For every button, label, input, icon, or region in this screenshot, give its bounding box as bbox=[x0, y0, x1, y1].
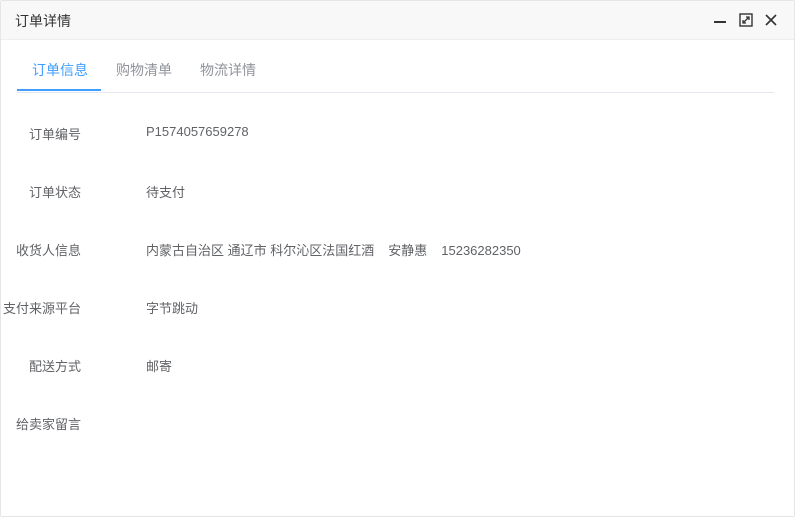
close-icon bbox=[764, 13, 778, 27]
order-number-value: P1574057659278 bbox=[146, 124, 249, 139]
order-status-value: 待支付 bbox=[146, 185, 186, 200]
order-number-row: 订单编号 P1574057659278 bbox=[1, 120, 761, 144]
dialog-title: 订单详情 bbox=[15, 13, 71, 29]
minimize-icon bbox=[713, 13, 727, 27]
order-status-row: 订单状态 待支付 bbox=[1, 178, 761, 202]
seller-message-label: 给卖家留言 bbox=[15, 417, 81, 432]
receiver-address: 内蒙古自治区 通辽市 科尔沁区法国红酒 bbox=[146, 243, 375, 258]
tab-order-info[interactable]: 订单信息 bbox=[32, 41, 88, 91]
maximize-icon bbox=[739, 13, 753, 27]
maximize-button[interactable] bbox=[736, 10, 756, 30]
payment-platform-value: 字节跳动 bbox=[146, 301, 199, 316]
receiver-row: 收货人信息 内蒙古自治区 通辽市 科尔沁区法国红酒 安静惠 15236282350 bbox=[1, 236, 761, 260]
receiver-name: 安静惠 bbox=[388, 243, 428, 258]
seller-message-row: 给卖家留言 bbox=[1, 410, 761, 434]
tab-logistics[interactable]: 物流详情 bbox=[200, 41, 256, 91]
close-button[interactable] bbox=[761, 10, 781, 30]
receiver-label: 收货人信息 bbox=[15, 243, 81, 258]
payment-platform-row: 支付来源平台 字节跳动 bbox=[1, 294, 761, 318]
order-detail-dialog: 订单详情 订单信息 购物清单 物流详情 订单编号 P1574057659278 … bbox=[0, 0, 795, 517]
tab-shopping-list[interactable]: 购物清单 bbox=[116, 41, 172, 91]
delivery-method-label: 配送方式 bbox=[28, 359, 81, 374]
dialog-titlebar[interactable]: 订单详情 bbox=[1, 1, 794, 40]
delivery-method-value: 邮寄 bbox=[146, 359, 173, 374]
minimize-button[interactable] bbox=[710, 10, 730, 30]
order-number-label: 订单编号 bbox=[28, 127, 81, 142]
receiver-phone: 15236282350 bbox=[441, 243, 521, 258]
active-tab-indicator bbox=[17, 89, 101, 91]
payment-platform-label: 支付来源平台 bbox=[2, 301, 81, 316]
receiver-value: 内蒙古自治区 通辽市 科尔沁区法国红酒 安静惠 15236282350 bbox=[146, 240, 521, 259]
tab-bar: 订单信息 购物清单 物流详情 bbox=[17, 41, 774, 93]
order-status-label: 订单状态 bbox=[28, 185, 81, 200]
delivery-method-row: 配送方式 邮寄 bbox=[1, 352, 761, 376]
